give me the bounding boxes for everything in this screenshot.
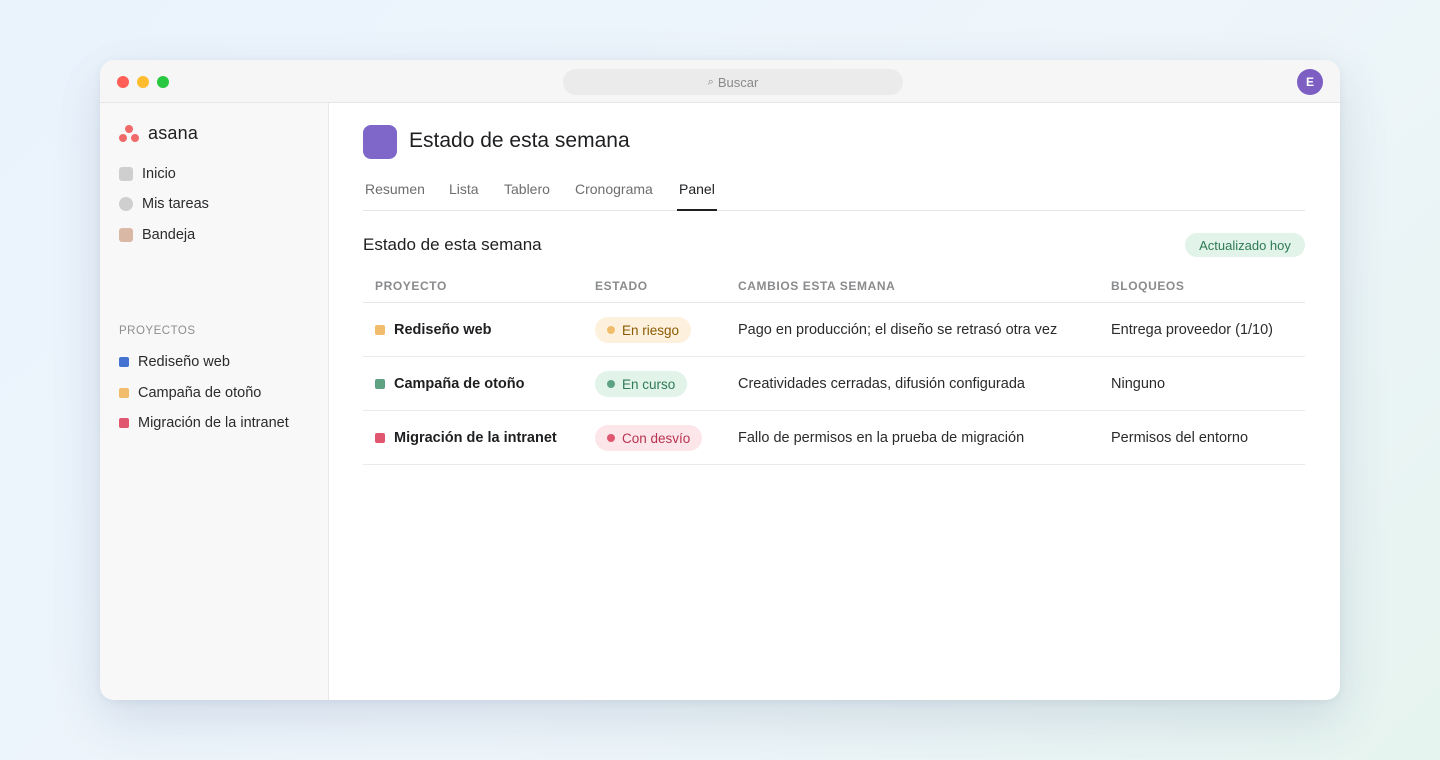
- brand[interactable]: asana: [119, 123, 198, 144]
- table-row[interactable]: Campaña de otoño En curso Creatividades …: [363, 357, 1305, 411]
- table-row[interactable]: Rediseño web En riesgo Pago en producció…: [363, 303, 1305, 357]
- section-title: Estado de esta semana: [363, 235, 542, 254]
- column-header-proyecto[interactable]: PROYECTO: [375, 279, 447, 293]
- status-label: Con desvío: [622, 430, 691, 446]
- avatar[interactable]: E: [1297, 69, 1323, 95]
- blockers-cell: Permisos del entorno: [1111, 430, 1249, 446]
- sidebar-item-bandeja[interactable]: Bandeja: [119, 224, 195, 246]
- brand-name: asana: [148, 123, 199, 143]
- project-color-icon: [375, 433, 385, 443]
- sidebar-item-mis-tareas[interactable]: Mis tareas: [119, 193, 209, 215]
- tab-bar: Resumen Lista Tablero Cronograma Panel: [363, 169, 1305, 211]
- blockers-cell: Entrega proveedor (1/10): [1111, 322, 1274, 338]
- status-dot-icon: [607, 434, 615, 442]
- status-pill[interactable]: En riesgo: [595, 317, 692, 343]
- column-header-cambios[interactable]: CAMBIOS ESTA SEMANA: [738, 279, 895, 293]
- status-badge: Actualizado hoy: [1185, 233, 1305, 257]
- status-cell: En curso: [595, 357, 688, 411]
- sidebar: asana Inicio Mis tareas Bandeja PROYECTO…: [100, 103, 329, 700]
- project-color-icon: [119, 418, 129, 428]
- project-cell[interactable]: Campaña de otoño: [375, 357, 525, 411]
- sidebar-project-label: Rediseño web: [138, 354, 230, 370]
- status-dot-icon: [607, 380, 615, 388]
- column-header-estado[interactable]: ESTADO: [595, 279, 648, 293]
- tab-cronograma[interactable]: Cronograma: [573, 181, 655, 211]
- status-cell: En riesgo: [595, 303, 692, 357]
- search-icon: ⌕: [707, 75, 714, 88]
- search-label: Buscar: [717, 74, 759, 90]
- app-window: ⌕ Buscar E asana Inicio Mis tareas Bande…: [100, 60, 1340, 700]
- status-cell: Con desvío: [595, 411, 703, 465]
- table-row[interactable]: Migración de la intranet Con desvío Fall…: [363, 411, 1305, 465]
- sidebar-project-rediseno-web[interactable]: Rediseño web: [119, 351, 230, 373]
- project-name: Migración de la intranet: [394, 430, 557, 446]
- status-label: En curso: [622, 376, 676, 392]
- project-color-icon: [119, 388, 129, 398]
- status-label: En riesgo: [622, 322, 680, 338]
- search-input[interactable]: ⌕ Buscar: [563, 69, 903, 95]
- changes-cell: Pago en producción; el diseño se retrasó…: [738, 322, 1058, 338]
- project-icon[interactable]: [363, 125, 397, 159]
- asana-logo-icon: [119, 124, 139, 143]
- changes-cell: Fallo de permisos en la prueba de migrac…: [738, 430, 1025, 446]
- status-pill[interactable]: En curso: [595, 371, 688, 397]
- project-color-icon: [119, 357, 129, 367]
- project-cell[interactable]: Rediseño web: [375, 303, 492, 357]
- sidebar-item-label: Bandeja: [142, 227, 196, 243]
- project-color-icon: [375, 325, 385, 335]
- project-name: Rediseño web: [394, 322, 492, 338]
- sidebar-item-inicio[interactable]: Inicio: [119, 163, 176, 185]
- main-content: Estado de esta semana Resumen Lista Tabl…: [329, 103, 1340, 700]
- changes-cell: Creatividades cerradas, difusión configu…: [738, 376, 1025, 392]
- projects-section-label: PROYECTOS: [119, 325, 196, 337]
- zoom-window-button[interactable]: [157, 76, 169, 88]
- tab-tablero[interactable]: Tablero: [502, 181, 552, 211]
- tasks-icon: [119, 197, 133, 211]
- status-pill[interactable]: Con desvío: [595, 425, 703, 451]
- close-window-button[interactable]: [117, 76, 129, 88]
- minimize-window-button[interactable]: [137, 76, 149, 88]
- blockers-cell: Ninguno: [1111, 376, 1166, 392]
- sidebar-item-label: Inicio: [142, 166, 176, 182]
- tab-panel[interactable]: Panel: [677, 181, 717, 211]
- sidebar-project-label: Campaña de otoño: [138, 385, 262, 401]
- sidebar-project-campana-otono[interactable]: Campaña de otoño: [119, 382, 261, 404]
- home-icon: [119, 167, 133, 181]
- inbox-icon: [119, 228, 133, 242]
- page-title: Estado de esta semana: [409, 129, 630, 152]
- project-name: Campaña de otoño: [394, 376, 525, 392]
- project-color-icon: [375, 379, 385, 389]
- status-dot-icon: [607, 326, 615, 334]
- table-header: PROYECTO ESTADO CAMBIOS ESTA SEMANA BLOQ…: [363, 269, 1305, 303]
- project-cell[interactable]: Migración de la intranet: [375, 411, 557, 465]
- column-header-bloqueos[interactable]: BLOQUEOS: [1111, 279, 1184, 293]
- sidebar-item-label: Mis tareas: [142, 196, 209, 212]
- sidebar-project-label: Migración de la intranet: [138, 415, 289, 431]
- title-bar: ⌕ Buscar E: [100, 60, 1340, 103]
- sidebar-project-migracion-intranet[interactable]: Migración de la intranet: [119, 412, 289, 434]
- tab-lista[interactable]: Lista: [447, 181, 481, 211]
- tab-resumen[interactable]: Resumen: [363, 181, 427, 211]
